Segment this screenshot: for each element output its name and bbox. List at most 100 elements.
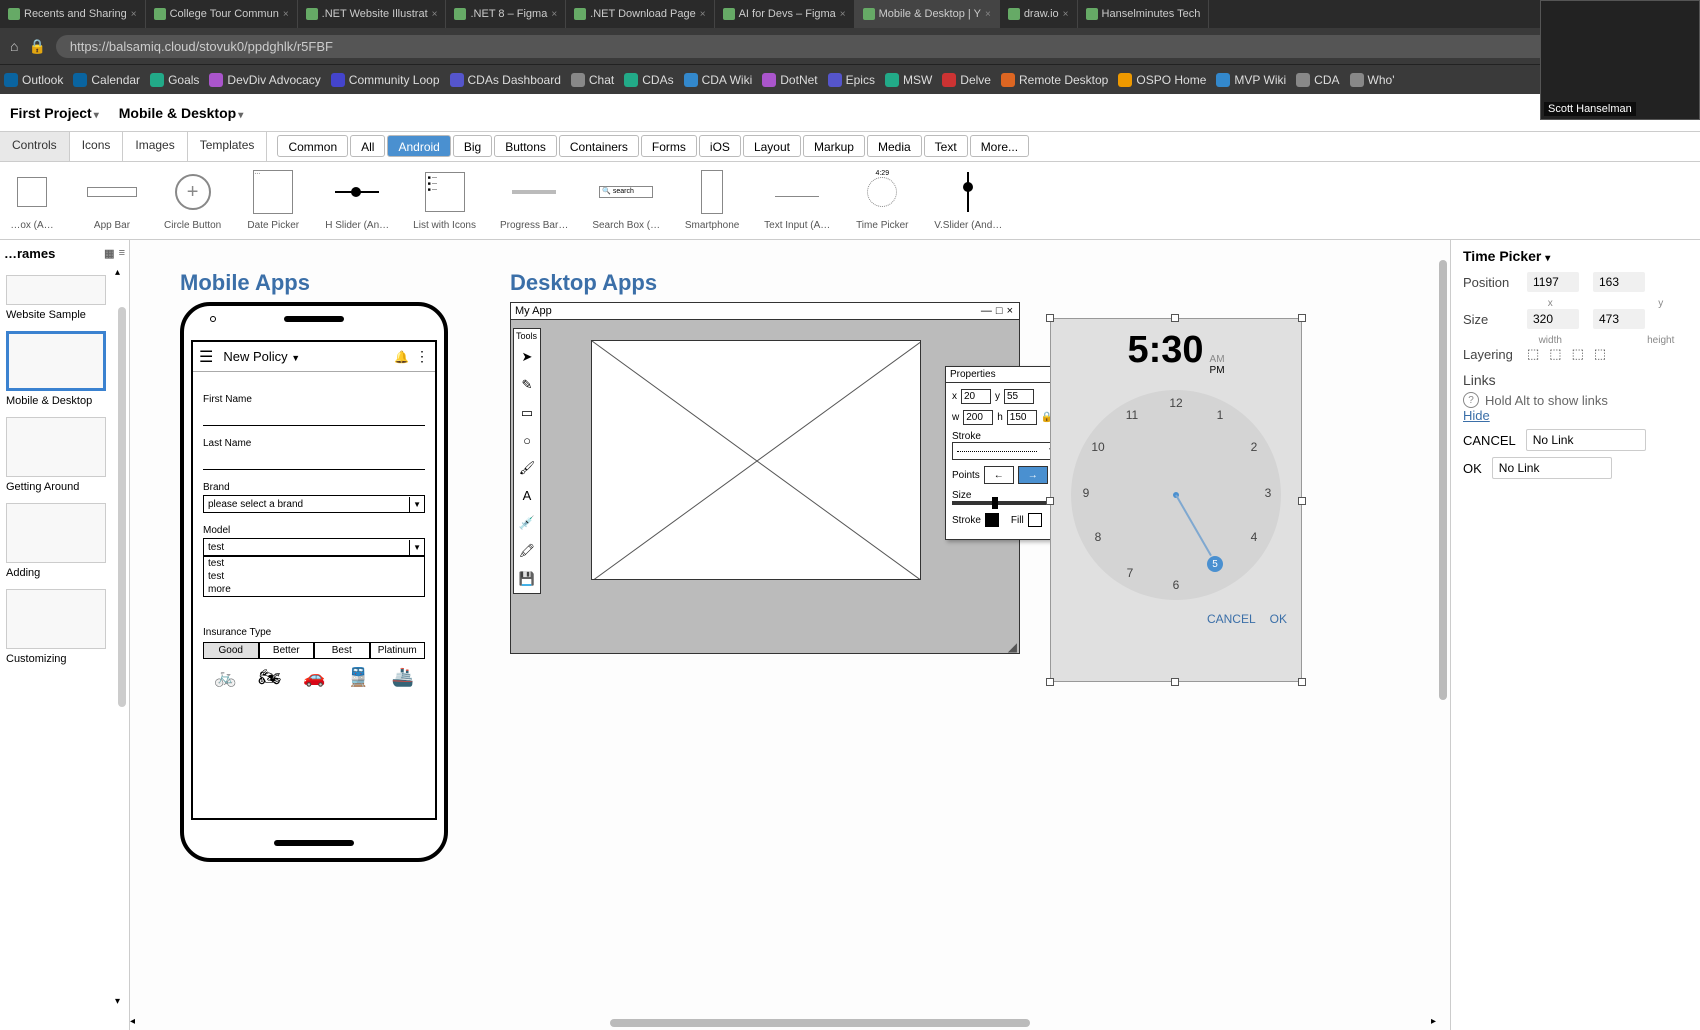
widget-item[interactable]: Text Input (A… (764, 168, 830, 233)
tab-images[interactable]: Images (123, 132, 187, 161)
filter-button[interactable]: Containers (559, 135, 639, 157)
list-item[interactable]: more (204, 583, 424, 596)
am-label[interactable]: AM (1210, 354, 1225, 365)
fill-color-swatch[interactable] (1028, 513, 1042, 527)
bring-front-icon[interactable]: ⬚ (1527, 346, 1539, 362)
stroke-color-swatch[interactable] (985, 513, 999, 527)
bookmark[interactable]: Chat (571, 73, 614, 87)
filter-button[interactable]: Common (277, 135, 348, 157)
help-icon[interactable]: ? (1463, 392, 1479, 408)
bookmark[interactable]: Epics (828, 73, 875, 87)
height-input[interactable] (1593, 309, 1645, 329)
bookmark[interactable]: MSW (885, 73, 932, 87)
browser-tab[interactable]: Mobile & Desktop | Y× (855, 0, 1000, 28)
wireframe-thumb[interactable]: Getting Around (4, 415, 125, 495)
hamburger-icon[interactable]: ☰ (199, 347, 213, 367)
wireframe-thumb[interactable]: Customizing (4, 587, 125, 667)
selection-handle[interactable] (1046, 314, 1054, 322)
browser-tab[interactable]: Hanselminutes Tech (1078, 0, 1210, 28)
bookmark[interactable]: CDAs (624, 73, 673, 87)
more-icon[interactable]: ⋮ (415, 348, 429, 365)
segment-button[interactable]: Best (314, 642, 370, 659)
browser-tab[interactable]: .NET 8 – Figma× (446, 0, 566, 28)
stroke-select[interactable]: ▼ (952, 442, 1062, 460)
link-select[interactable]: No Link (1492, 457, 1612, 479)
bookmark[interactable]: CDA (1296, 73, 1339, 87)
phone-mockup[interactable]: ☰ New Policy ▼ 🔔 ⋮ First Name Last Name … (180, 302, 448, 862)
minimize-icon[interactable]: — (979, 305, 994, 317)
pm-label[interactable]: PM (1210, 365, 1225, 376)
circle-icon[interactable]: ○ (514, 427, 540, 454)
position-x-input[interactable] (1527, 272, 1579, 292)
bookmark[interactable]: OSPO Home (1118, 73, 1206, 87)
position-y-input[interactable] (1593, 272, 1645, 292)
scrollbar-horizontal[interactable]: ◂▸ (130, 1016, 1436, 1030)
bell-icon[interactable]: 🔔 (394, 350, 409, 364)
browser-tab[interactable]: draw.io× (1000, 0, 1078, 28)
selection-handle[interactable] (1171, 314, 1179, 322)
arrow-right-button[interactable]: → (1018, 466, 1048, 484)
h-input[interactable] (1007, 410, 1037, 425)
tab-controls[interactable]: Controls (0, 132, 70, 161)
bookmark[interactable]: Community Loop (331, 73, 440, 87)
first-name-input[interactable] (203, 407, 425, 426)
pencil-icon[interactable]: ✎ (514, 371, 540, 399)
filter-button[interactable]: Markup (803, 135, 865, 157)
filter-button[interactable]: Layout (743, 135, 801, 157)
pointer-icon[interactable]: ➤ (514, 343, 540, 371)
bicycle-icon[interactable]: 🚲 (214, 667, 236, 688)
model-select[interactable]: test (203, 538, 425, 556)
brand-select[interactable]: please select a brand (203, 495, 425, 513)
text-icon[interactable]: A (514, 482, 540, 509)
x-input[interactable] (961, 389, 991, 404)
selection-handle[interactable] (1171, 678, 1179, 686)
ok-button[interactable]: OK (1270, 612, 1287, 626)
car-icon[interactable]: 🚗 (303, 667, 325, 688)
filter-button[interactable]: More... (970, 135, 1029, 157)
resize-handle-icon[interactable]: ◢ (1008, 640, 1017, 654)
clock-face[interactable]: 12 1 2 3 4 5 6 7 8 9 10 11 (1071, 390, 1281, 600)
selection-handle[interactable] (1046, 678, 1054, 686)
eyedropper-icon[interactable]: 💉 (514, 509, 540, 537)
bookmark[interactable]: Calendar (73, 73, 140, 87)
project-selector[interactable]: First Project▾ (10, 105, 99, 121)
close-icon[interactable]: × (840, 9, 846, 20)
train-icon[interactable]: 🚆 (347, 667, 369, 688)
segment-button[interactable]: Good (203, 642, 259, 659)
browser-tab[interactable]: AI for Devs – Figma× (715, 0, 855, 28)
filter-button[interactable]: All (350, 135, 385, 157)
widget-item[interactable]: 4:29Time Picker (854, 168, 910, 233)
page-selector[interactable]: Mobile & Desktop▾ (119, 105, 244, 121)
widget-item[interactable]: …ox (A… (4, 168, 60, 233)
close-icon[interactable]: × (551, 9, 557, 20)
selection-handle[interactable] (1298, 678, 1306, 686)
url-input[interactable]: https://balsamiq.cloud/stovuk0/ppdghlk/r… (56, 35, 1618, 58)
widget-item[interactable]: ···Date Picker (245, 168, 301, 233)
bookmark[interactable]: Delve (942, 73, 991, 87)
send-back-icon[interactable]: ⬚ (1594, 346, 1606, 362)
tab-templates[interactable]: Templates (188, 132, 268, 161)
filter-button[interactable]: Android (387, 135, 450, 157)
close-icon[interactable]: × (1005, 305, 1015, 317)
filter-button[interactable]: Buttons (494, 135, 557, 157)
hour-selected[interactable]: 5 (1207, 556, 1223, 572)
close-icon[interactable]: × (700, 9, 706, 20)
filter-button[interactable]: iOS (699, 135, 741, 157)
tools-panel[interactable]: Tools ➤ ✎ ▭ ○ 🖌 A 💉 🖍 💾 (513, 328, 541, 594)
canvas[interactable]: Mobile Apps Desktop Apps ☰ New Policy ▼ … (130, 240, 1450, 1030)
browser-tab[interactable]: .NET Website Illustrat× (298, 0, 447, 28)
widget-item[interactable]: ■ —■ —■ —List with Icons (413, 168, 476, 233)
link-select[interactable]: No Link (1526, 429, 1646, 451)
widget-item[interactable]: Progress Bar… (500, 168, 568, 233)
filter-button[interactable]: Text (924, 135, 968, 157)
browser-tab[interactable]: .NET Download Page× (566, 0, 714, 28)
bookmark[interactable]: MVP Wiki (1216, 73, 1286, 87)
widget-item[interactable]: 🔍 searchSearch Box (… (592, 168, 660, 233)
app-title[interactable]: New Policy ▼ (213, 349, 394, 364)
bookmark[interactable]: CDAs Dashboard (450, 73, 561, 87)
wireframe-thumb[interactable]: Adding (4, 501, 125, 581)
list-icon[interactable]: ≡ (119, 247, 125, 260)
brush-icon[interactable]: 🖌 (514, 454, 540, 482)
close-icon[interactable]: × (283, 9, 289, 20)
panel-title[interactable]: Time Picker ▾ (1463, 248, 1688, 264)
